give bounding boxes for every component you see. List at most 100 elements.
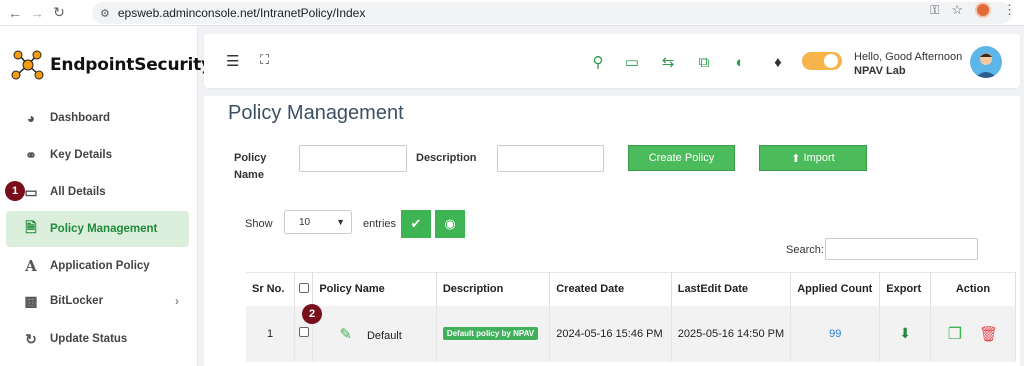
sidebar-item-application-policy[interactable]: A Application Policy [6,248,189,284]
create-policy-button[interactable]: Create Policy [628,145,735,171]
reload-icon[interactable]: ↻ [48,2,70,24]
col-sr-no[interactable]: Sr No. [246,272,296,306]
col-created-date[interactable]: Created Date [549,272,672,306]
top-header: ☰ ⛶ ⚲ ▭ ⇆ ⧉ ◐ ♦ Hello, Good Afternoon NP… [204,34,1020,88]
chevron-down-icon: ▼ [336,217,345,227]
policy-name-text: Default [366,329,402,342]
col-action: Action [930,272,1017,306]
hamburger-menu-icon[interactable]: ☰ [226,52,239,70]
back-icon[interactable]: ← [4,2,26,24]
check-button[interactable]: ✔ [401,210,431,238]
bookmark-star-icon[interactable]: ☆ [951,2,963,18]
molecule-logo-icon [11,50,44,80]
copy-icon[interactable]: ❐ [948,326,962,343]
upload-icon: ⬆ [791,152,801,165]
avatar[interactable] [970,46,1002,78]
applied-count-link[interactable]: 99 [829,328,841,340]
sidebar-item-all-details[interactable]: ▭ All Details [6,174,189,210]
password-key-icon[interactable]: ⚿ [930,3,939,18]
sidebar-item-dashboard[interactable]: ◕ Dashboard [6,100,189,136]
cell-description: Default policy by NPAV [436,305,551,362]
delete-icon[interactable]: 🗑 [979,326,998,343]
view-button[interactable]: ◉ [435,210,465,238]
sidebar: EndpointSecurity ◕ Dashboard ⚭ Key Detai… [0,26,212,366]
user-greeting: Hello, Good Afternoon NPAV Lab [854,50,962,78]
user-name: NPAV Lab [854,65,906,77]
cell-applied-count: 99 [790,305,881,362]
cell-sr: 1 [246,305,296,362]
entries-label: entries [363,218,397,230]
sidebar-item-label: Key Details [50,149,113,161]
sidebar-item-label: BitLocker [50,295,104,307]
browser-toolbar: ← → ↻ ⚙ epsweb.adminconsole.net/Intranet… [0,0,1024,26]
desktop-icon[interactable]: ▭ [622,52,642,72]
document-icon: 🗎 [25,219,37,235]
sidebar-item-policy-management[interactable]: 🗎 Policy Management [6,211,189,247]
col-applied-count[interactable]: Applied Count [790,272,881,306]
pie-chart-icon: ◕ [26,110,36,126]
sidebar-item-label: Dashboard [50,112,111,124]
sidebar-item-bitlocker[interactable]: ▩ BitLocker › [6,283,189,319]
edit-icon[interactable]: ✎ [339,326,352,343]
cell-created-date: 2024-05-16 15:46 PM [549,305,672,362]
bell-icon[interactable]: ♦ [768,52,788,72]
cell-policy-name: ✎ Default [312,305,437,362]
description-label: Description [416,152,477,164]
cell-lastedit-date: 2025-05-16 14:50 PM [671,305,792,362]
show-label: Show [245,218,273,230]
sidebar-item-label: Update Status [50,333,128,345]
policy-name-label: Policy Name [234,152,267,181]
page-title: Policy Management [228,102,404,124]
sidebar-item-label: Application Policy [50,260,150,272]
site-settings-icon[interactable]: ⚙ [100,7,110,20]
row-checkbox[interactable] [298,327,309,337]
import-button[interactable]: ⬆ Import [759,145,867,171]
table-row: 1 ✎ Default Default policy by NPAV 2024-… [246,305,1017,362]
cell-export: ⬇ [879,305,931,362]
theme-toggle[interactable] [802,52,842,70]
table-header-row: Sr No. Policy Name Description Created D… [246,272,1017,306]
col-lastedit-date[interactable]: LastEdit Date [671,272,792,306]
network-icon: ▩ [24,292,38,309]
col-description[interactable]: Description [436,272,551,306]
import-button-label: Import [803,152,835,164]
font-a-icon: A [25,257,37,275]
col-select-all[interactable] [294,272,314,306]
refresh-icon: ↻ [25,330,37,347]
description-input[interactable] [497,145,604,172]
search-input[interactable] [825,238,978,260]
step-badge-2: 2 [302,304,322,324]
select-all-checkbox[interactable] [298,282,309,293]
cell-action: ❐ 🗑 [930,305,1017,362]
fullscreen-icon[interactable]: ⛶ [260,52,269,68]
remote-cursor-icon[interactable]: ⧉ [694,52,714,72]
eye-icon: ◉ [444,216,456,231]
address-bar[interactable]: ⚙ epsweb.adminconsole.net/IntranetPolicy… [92,2,1012,24]
sidebar-item-update-status[interactable]: ↻ Update Status [6,321,189,357]
forward-icon[interactable]: → [26,2,48,24]
key-icon: ⚭ [25,146,37,163]
entries-select[interactable]: 10 ▼ [284,210,352,234]
sync-icon[interactable]: ⇆ [658,52,678,72]
col-export: Export [879,272,931,306]
logo-text: EndpointSecurity [50,55,212,75]
user-avatar-icon [975,53,997,78]
entries-value: 10 [299,216,311,228]
logo: EndpointSecurity [10,50,212,80]
support-lifebuoy-icon[interactable]: ◐ [730,52,750,72]
col-policy-name[interactable]: Policy Name [312,272,437,306]
url-text: epsweb.adminconsole.net/IntranetPolicy/I… [117,6,366,20]
search-icon[interactable]: ⚲ [588,52,608,72]
sidebar-item-label: All Details [50,186,106,198]
main-content: Policy Management Policy Name Descriptio… [204,96,1020,366]
check-icon: ✔ [410,216,422,231]
search-label: Search: [786,244,824,256]
greeting-text: Hello, Good Afternoon [854,51,963,63]
profile-avatar-icon[interactable] [975,2,991,18]
sidebar-item-label: Policy Management [50,223,158,235]
sidebar-item-key-details[interactable]: ⚭ Key Details [6,137,189,173]
menu-dots-icon[interactable]: ⋮ [1003,2,1016,18]
download-icon[interactable]: ⬇ [899,325,911,341]
policy-table: Sr No. Policy Name Description Created D… [246,272,1017,362]
policy-name-input[interactable] [299,145,407,172]
